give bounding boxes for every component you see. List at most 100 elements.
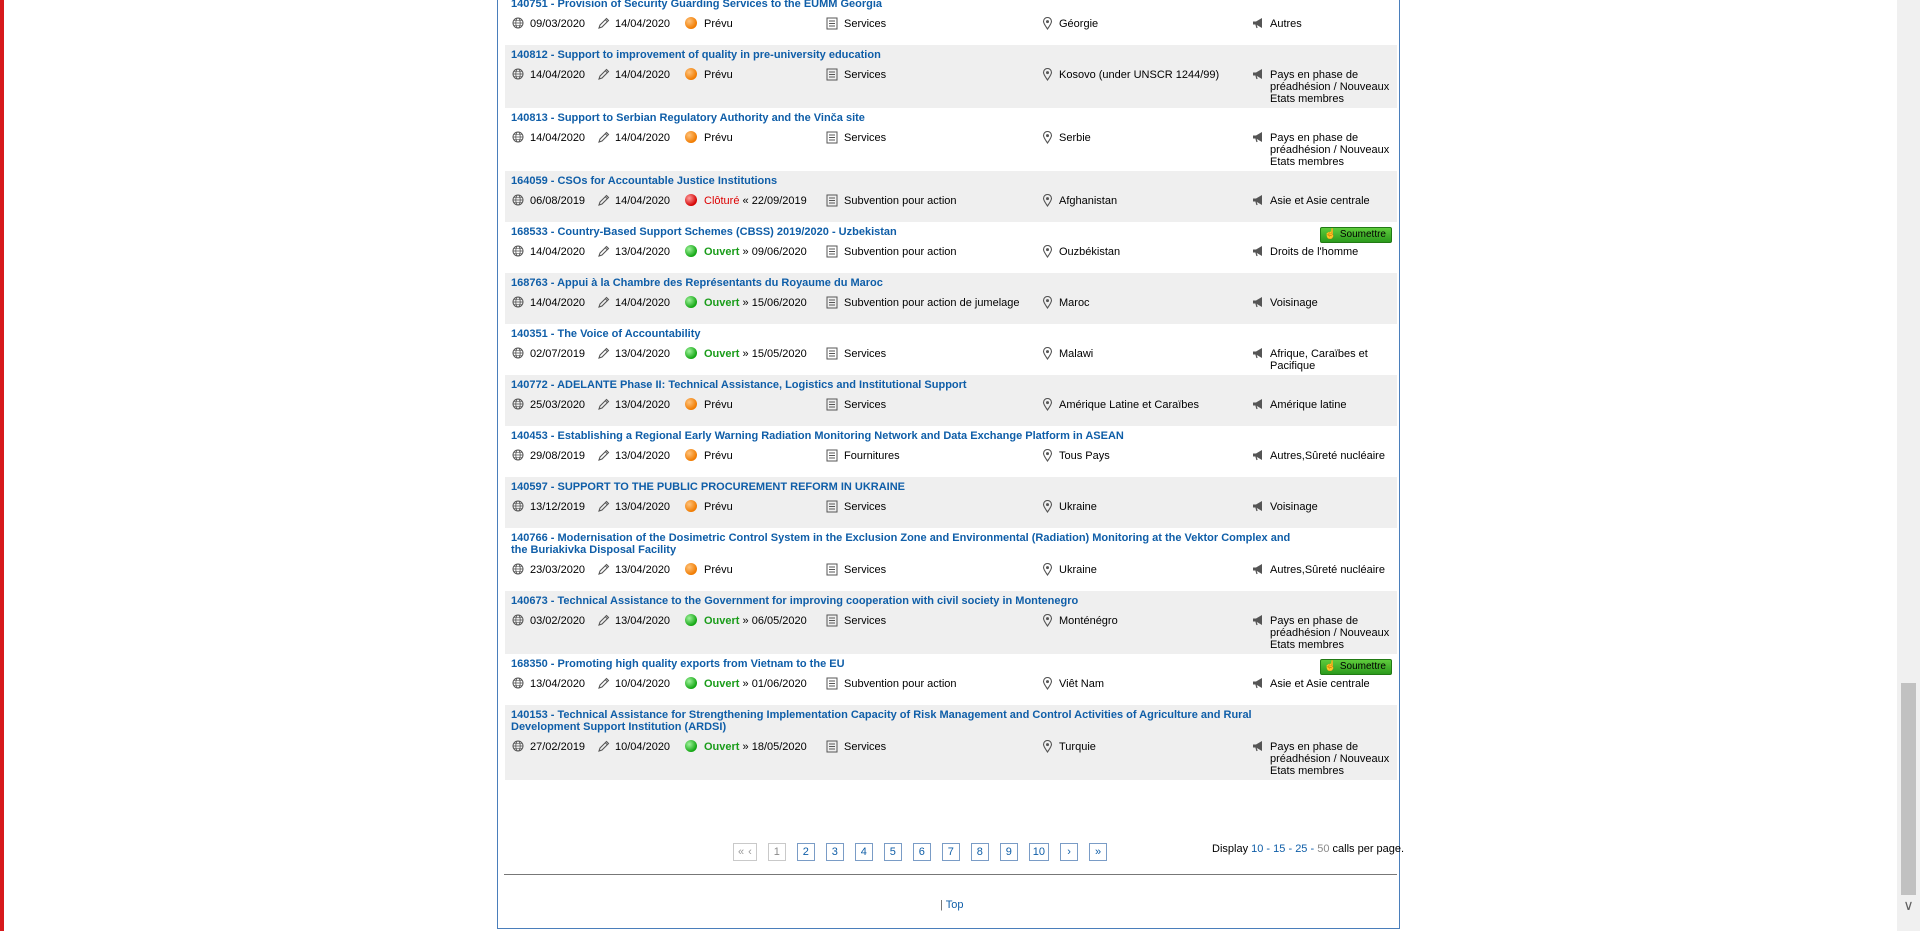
globe-icon bbox=[511, 676, 525, 690]
modified-date: 14/04/2020 bbox=[615, 18, 671, 30]
result-title-link[interactable]: 140751 - Provision of Security Guarding … bbox=[511, 0, 1391, 10]
document-stack-icon bbox=[825, 448, 839, 462]
per-page-option-10[interactable]: 10 bbox=[1251, 843, 1263, 855]
pencil-icon bbox=[596, 16, 610, 30]
result-row: 140597 - SUPPORT TO THE PUBLIC PROCUREME… bbox=[505, 477, 1397, 528]
page-link-7[interactable]: 7 bbox=[941, 843, 960, 861]
result-title-link[interactable]: 140766 - Modernisation of the Dosimetric… bbox=[511, 532, 1391, 556]
result-title-link[interactable]: 168763 - Appui à la Chambre des Représen… bbox=[511, 277, 1391, 289]
result-title-link[interactable]: 164059 - CSOs for Accountable Justice In… bbox=[511, 175, 1391, 187]
pencil-icon bbox=[596, 676, 610, 690]
globe-icon bbox=[511, 16, 525, 30]
last-page-button[interactable]: » bbox=[1089, 843, 1108, 861]
result-row: 168763 - Appui à la Chambre des Représen… bbox=[505, 273, 1397, 324]
result-row: 140351 - The Voice of Accountability 02/0… bbox=[505, 324, 1397, 375]
region-cell: Amérique latine bbox=[1251, 397, 1396, 411]
result-title-link[interactable]: 140453 - Establishing a Regional Early W… bbox=[511, 430, 1391, 442]
status-label: Ouvert bbox=[704, 348, 740, 360]
region: Droits de l'homme bbox=[1270, 246, 1359, 258]
status-dot-icon bbox=[685, 740, 697, 752]
country-cell: Serbie bbox=[1040, 130, 1091, 144]
status-cell: Ouvert » 09/06/2020 bbox=[685, 244, 807, 258]
status-label: Prévu bbox=[704, 501, 733, 513]
result-title-link[interactable]: 140597 - SUPPORT TO THE PUBLIC PROCUREME… bbox=[511, 481, 1391, 493]
globe-icon bbox=[511, 397, 525, 411]
pencil-icon bbox=[596, 244, 610, 258]
result-title-link[interactable]: 140351 - The Voice of Accountability bbox=[511, 328, 1391, 340]
region-cell: Autres,Sûreté nucléaire bbox=[1251, 448, 1396, 462]
result-row: 168533 - Country-Based Support Schemes (… bbox=[505, 222, 1397, 273]
published-date: 03/02/2020 bbox=[530, 615, 586, 627]
page-link-10[interactable]: 10 bbox=[1028, 843, 1050, 861]
top-link[interactable]: Top bbox=[946, 899, 964, 911]
prev-page-icon: ‹ bbox=[748, 846, 752, 858]
page-link-9[interactable]: 9 bbox=[999, 843, 1018, 861]
result-title-link[interactable]: 140812 - Support to improvement of quali… bbox=[511, 49, 1391, 61]
modified-date: 13/04/2020 bbox=[615, 615, 671, 627]
per-page-separator: - bbox=[1285, 843, 1296, 855]
megaphone-icon bbox=[1251, 193, 1265, 207]
megaphone-icon bbox=[1251, 16, 1265, 30]
location-icon bbox=[1040, 739, 1054, 753]
page-link-8[interactable]: 8 bbox=[970, 843, 989, 861]
modified-date-cell: 13/04/2020 bbox=[596, 499, 670, 513]
result-title-link[interactable]: 168533 - Country-Based Support Schemes (… bbox=[511, 226, 1391, 238]
published-date: 14/04/2020 bbox=[530, 69, 586, 81]
page-link-2[interactable]: 2 bbox=[796, 843, 815, 861]
published-date-cell: 25/03/2020 bbox=[511, 397, 585, 411]
megaphone-icon bbox=[1251, 346, 1265, 360]
contract-type: Fournitures bbox=[844, 450, 900, 462]
hand-pointer-icon: ☝ bbox=[1324, 661, 1337, 672]
contract-type: Subvention pour action bbox=[844, 678, 957, 690]
result-meta: 14/04/2020 14/04/2020 Ouvert » 15/06/2020 S… bbox=[511, 295, 1391, 319]
region-cell: Pays en phase de préadhésion / Nouveaux … bbox=[1251, 613, 1396, 651]
result-meta: 25/03/2020 13/04/2020 Prévu Services Amériqu… bbox=[511, 397, 1391, 421]
status-text: Clôturé « 22/09/2019 bbox=[704, 193, 807, 207]
document-stack-icon bbox=[825, 613, 839, 627]
result-title-link[interactable]: 168350 - Promoting high quality exports … bbox=[511, 658, 1391, 670]
region-cell: Voisinage bbox=[1251, 295, 1396, 309]
per-page-option-15[interactable]: 15 bbox=[1273, 843, 1285, 855]
result-row: 140751 - Provision of Security Guarding … bbox=[505, 0, 1397, 45]
published-date-cell: 14/04/2020 bbox=[511, 130, 585, 144]
result-row: 140673 - Technical Assistance to the Gov… bbox=[505, 591, 1397, 654]
modified-date-cell: 13/04/2020 bbox=[596, 346, 670, 360]
page-link-5[interactable]: 5 bbox=[883, 843, 902, 861]
megaphone-icon bbox=[1251, 130, 1265, 144]
status-label: Ouvert bbox=[704, 297, 740, 309]
result-title-link[interactable]: 140153 - Technical Assistance for Streng… bbox=[511, 709, 1391, 733]
modified-date-cell: 13/04/2020 bbox=[596, 244, 670, 258]
result-title-link[interactable]: 140813 - Support to Serbian Regulatory A… bbox=[511, 112, 1391, 124]
submit-button[interactable]: ☝ Soumettre bbox=[1320, 227, 1392, 243]
published-date-cell: 02/07/2019 bbox=[511, 346, 585, 360]
status-dot-icon bbox=[685, 398, 697, 410]
submit-button[interactable]: ☝ Soumettre bbox=[1320, 659, 1392, 675]
scroll-down-arrow-icon[interactable]: ∨ bbox=[1901, 898, 1916, 913]
next-page-button[interactable]: › bbox=[1060, 843, 1079, 861]
status-text: Prévu bbox=[704, 67, 733, 81]
page-link-3[interactable]: 3 bbox=[825, 843, 844, 861]
country: Géorgie bbox=[1059, 18, 1099, 30]
status-dot-icon bbox=[685, 677, 697, 689]
deadline-date: 06/05/2020 bbox=[751, 615, 807, 627]
status-label: Prévu bbox=[704, 564, 733, 576]
result-title-link[interactable]: 140673 - Technical Assistance to the Gov… bbox=[511, 595, 1391, 607]
scrollbar-thumb[interactable] bbox=[1901, 683, 1916, 895]
megaphone-icon bbox=[1251, 295, 1265, 309]
page-link-4[interactable]: 4 bbox=[854, 843, 873, 861]
type-cell: Services bbox=[825, 397, 886, 411]
modified-date: 13/04/2020 bbox=[615, 348, 671, 360]
contract-type: Subvention pour action bbox=[844, 246, 957, 258]
result-title-link[interactable]: 140772 - ADELANTE Phase II: Technical As… bbox=[511, 379, 1391, 391]
location-icon bbox=[1040, 295, 1054, 309]
type-cell: Services bbox=[825, 130, 886, 144]
document-stack-icon bbox=[825, 397, 839, 411]
pencil-icon bbox=[596, 397, 610, 411]
status-label: Ouvert bbox=[704, 246, 740, 258]
megaphone-icon bbox=[1251, 499, 1265, 513]
page-link-6[interactable]: 6 bbox=[912, 843, 931, 861]
region-cell: Pays en phase de préadhésion / Nouveaux … bbox=[1251, 67, 1396, 105]
scrollbar[interactable]: ∨ bbox=[1897, 0, 1920, 931]
country-cell: Monténégro bbox=[1040, 613, 1118, 627]
per-page-option-25[interactable]: 25 bbox=[1295, 843, 1307, 855]
